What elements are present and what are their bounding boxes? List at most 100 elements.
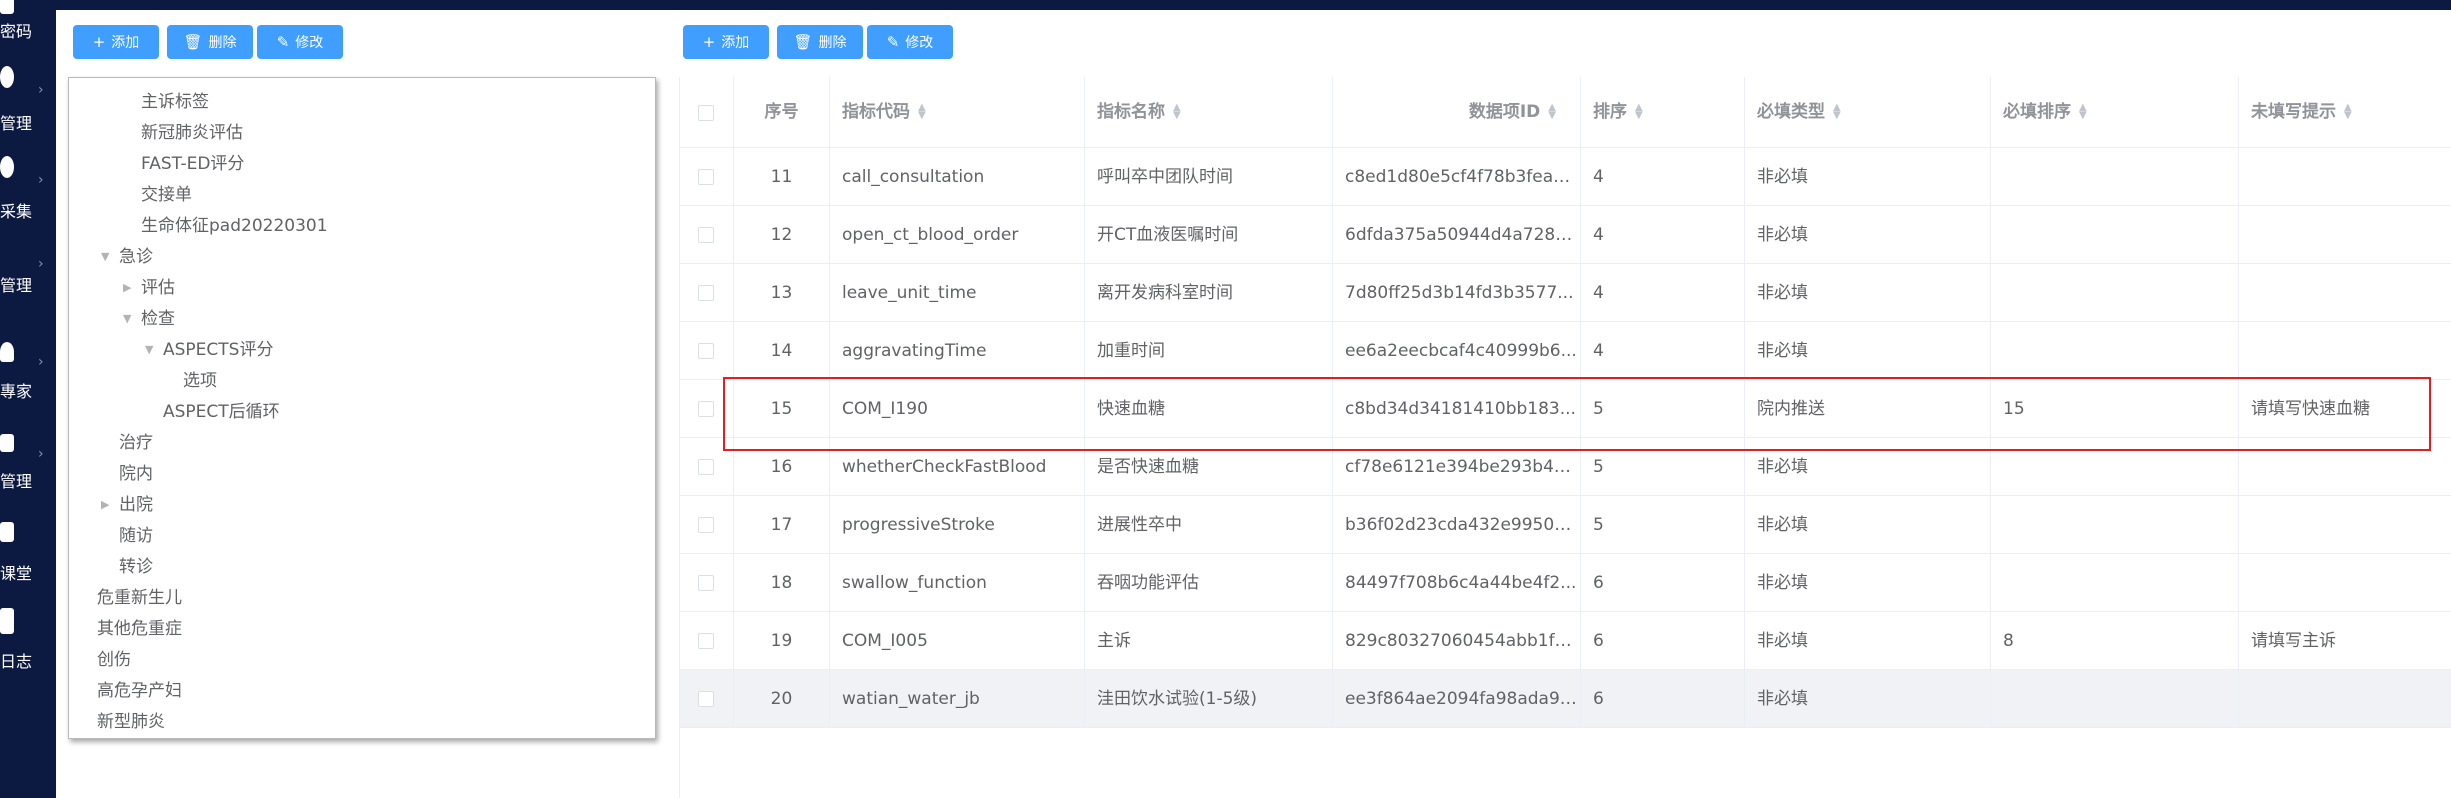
cell-index: 12 xyxy=(734,206,830,264)
tree-node-label: FAST-ED评分 xyxy=(141,154,245,174)
tree-node[interactable]: 新型肺炎 xyxy=(97,708,165,736)
col-name[interactable]: 指标名称 ▲ ▼ xyxy=(1085,77,1333,148)
cell-req-order: 8 xyxy=(1991,612,2239,670)
sidebar-item-manage-3[interactable]: › 管理 xyxy=(0,428,56,498)
sidebar-item-class[interactable]: 课堂 xyxy=(0,518,56,588)
sort-icon[interactable]: ▲ ▼ xyxy=(1548,103,1556,121)
table-row[interactable]: 17 progressiveStroke 进展性卒中 b36f02d23cda432e… xyxy=(680,496,2451,554)
caret-right-icon[interactable]: ▶ xyxy=(101,491,109,519)
table-row[interactable]: 14 aggravatingTime 加重时间 ee6a2eecbcaf4c40999… xyxy=(680,322,2451,380)
sort-icon[interactable]: ▲ ▼ xyxy=(1635,103,1643,121)
tree-node[interactable]: 主诉标签 xyxy=(141,88,209,116)
tree-node[interactable]: 随访 xyxy=(119,522,153,550)
sidebar-item-log[interactable]: 日志 xyxy=(0,606,56,676)
gear-icon xyxy=(0,66,14,88)
edit-label: 修改 xyxy=(295,35,324,51)
table-row[interactable]: 12 open_ct_blood_order 开CT血液医嘱时间 6dfda375a5… xyxy=(680,206,2451,264)
row-checkbox[interactable] xyxy=(698,691,714,707)
sort-icon[interactable]: ▲ ▼ xyxy=(1173,103,1181,121)
cell-data-id: c8ed1d80e5cf4f78b3fea3... xyxy=(1333,148,1581,206)
tree-edit-button[interactable]: ✎ 修改 xyxy=(257,25,343,59)
tree-node[interactable]: 危重新生儿 xyxy=(97,584,182,612)
tree-node-label: 选项 xyxy=(183,371,217,391)
col-hint[interactable]: 未填写提示 ▲ ▼ xyxy=(2239,77,2451,148)
cell-data-id: 84497f708b6c4a44be4f2... xyxy=(1333,554,1581,612)
table-row[interactable]: 20 watian_water_jb 洼田饮水试验(1-5级) ee3f864ae20… xyxy=(680,670,2451,728)
tree-node-label: ASPECT后循环 xyxy=(163,402,280,422)
collect-icon xyxy=(0,156,14,178)
tree-delete-button[interactable]: 🗑 删除 xyxy=(167,25,253,59)
cell-req-order xyxy=(1991,322,2239,380)
table-row[interactable]: 19 COM_I005 主诉 829c80327060454abb1fc... 6 非必填… xyxy=(680,612,2451,670)
col-data-id[interactable]: 数据项ID ▲ ▼ xyxy=(1333,77,1581,148)
tree-node[interactable]: ▶ 评估 xyxy=(123,274,175,302)
table-edit-button[interactable]: ✎ 修改 xyxy=(867,25,953,59)
tree-node[interactable]: ASPECT后循环 xyxy=(163,398,280,426)
caret-down-icon[interactable]: ▼ xyxy=(123,305,131,333)
row-checkbox[interactable] xyxy=(698,285,714,301)
col-req-order[interactable]: 必填排序 ▲ ▼ xyxy=(1991,77,2239,148)
tree-node-label: 其他危重症 xyxy=(97,619,182,639)
cell-code: leave_unit_time xyxy=(830,264,1085,322)
cell-req-order xyxy=(1991,438,2239,496)
sidebar-item-manage-1[interactable]: › 管理 xyxy=(0,62,56,133)
tree-node[interactable]: 转诊 xyxy=(119,553,153,581)
col-code[interactable]: 指标代码 ▲ ▼ xyxy=(830,77,1085,148)
tree-node-label: 主诉标签 xyxy=(141,92,209,112)
sidebar-item-collect[interactable]: › 采集 xyxy=(0,152,56,222)
sidebar-item-password[interactable]: 密码 xyxy=(0,0,56,50)
col-name-label: 指标名称 xyxy=(1097,102,1165,122)
row-checkbox[interactable] xyxy=(698,343,714,359)
table-add-button[interactable]: + 添加 xyxy=(683,25,769,59)
caret-down-icon[interactable]: ▼ xyxy=(145,336,153,364)
table-row[interactable]: 18 swallow_function 吞咽功能评估 84497f708b6c4a44… xyxy=(680,554,2451,612)
sort-icon[interactable]: ▲ ▼ xyxy=(2344,103,2352,121)
sort-icon[interactable]: ▲ ▼ xyxy=(2079,103,2087,121)
cell-data-id: c8bd34d34181410bb183... xyxy=(1333,380,1581,438)
tree-node[interactable]: 其他危重症 xyxy=(97,615,182,643)
table-row[interactable]: 11 call_consultation 呼叫卒中团队时间 c8ed1d80e5cf4… xyxy=(680,148,2451,206)
tree-node[interactable]: ▶ 出院 xyxy=(101,491,153,519)
tree-node-label: 危重新生儿 xyxy=(97,588,182,608)
tree-node[interactable]: 交接单 xyxy=(141,181,192,209)
row-checkbox[interactable] xyxy=(698,169,714,185)
select-all-checkbox[interactable] xyxy=(698,105,714,121)
row-checkbox[interactable] xyxy=(698,633,714,649)
cell-req-type: 非必填 xyxy=(1745,554,1991,612)
tree-node[interactable]: ▼ 检查 xyxy=(123,305,175,333)
table-delete-button[interactable]: 🗑 删除 xyxy=(777,25,863,59)
sidebar-item-manage-2[interactable]: › 管理 xyxy=(0,250,56,300)
row-checkbox[interactable] xyxy=(698,227,714,243)
table-row[interactable]: 15 COM_I190 快速血糖 c8bd34d34181410bb183... 5 院内… xyxy=(680,380,2451,438)
tree-node-label: 新冠肺炎评估 xyxy=(141,123,243,143)
tree-node[interactable]: 选项 xyxy=(183,367,217,395)
add-label: 添加 xyxy=(111,35,140,51)
sort-icon[interactable]: ▲ ▼ xyxy=(1833,103,1841,121)
table-row[interactable]: 16 whetherCheckFastBlood 是否快速血糖 cf78e6121e3… xyxy=(680,438,2451,496)
table-row[interactable]: 13 leave_unit_time 离开发病科室时间 7d80ff25d3b14fd… xyxy=(680,264,2451,322)
tree-node[interactable]: 院内 xyxy=(119,460,153,488)
tree-node[interactable]: ▼ 急诊 xyxy=(101,243,153,271)
row-checkbox[interactable] xyxy=(698,459,714,475)
row-checkbox[interactable] xyxy=(698,401,714,417)
tree-node[interactable]: 创伤 xyxy=(97,646,131,674)
tree-node[interactable]: 生命体征pad20220301 xyxy=(141,212,328,240)
cell-data-id: b36f02d23cda432e99508... xyxy=(1333,496,1581,554)
caret-down-icon[interactable]: ▼ xyxy=(101,243,109,271)
row-checkbox[interactable] xyxy=(698,517,714,533)
tree-node[interactable]: FAST-ED评分 xyxy=(141,150,244,178)
tree-node[interactable]: 新冠肺炎评估 xyxy=(141,119,243,147)
row-checkbox[interactable] xyxy=(698,575,714,591)
cell-order: 4 xyxy=(1581,264,1745,322)
tree-node[interactable]: ▼ ASPECTS评分 xyxy=(145,336,273,364)
tree-node[interactable]: 治疗 xyxy=(119,429,153,457)
col-req-type[interactable]: 必填类型 ▲ ▼ xyxy=(1745,77,1991,148)
tree-node[interactable]: 高危孕产妇 xyxy=(97,677,182,705)
tree-add-button[interactable]: + 添加 xyxy=(73,25,159,59)
col-order[interactable]: 排序 ▲ ▼ xyxy=(1581,77,1745,148)
col-index-label: 序号 xyxy=(764,102,799,122)
sidebar-item-expert[interactable]: › 專家 xyxy=(0,338,56,408)
sort-icon[interactable]: ▲ ▼ xyxy=(918,103,926,121)
caret-right-icon[interactable]: ▶ xyxy=(123,274,131,302)
select-all-cell xyxy=(680,77,734,148)
